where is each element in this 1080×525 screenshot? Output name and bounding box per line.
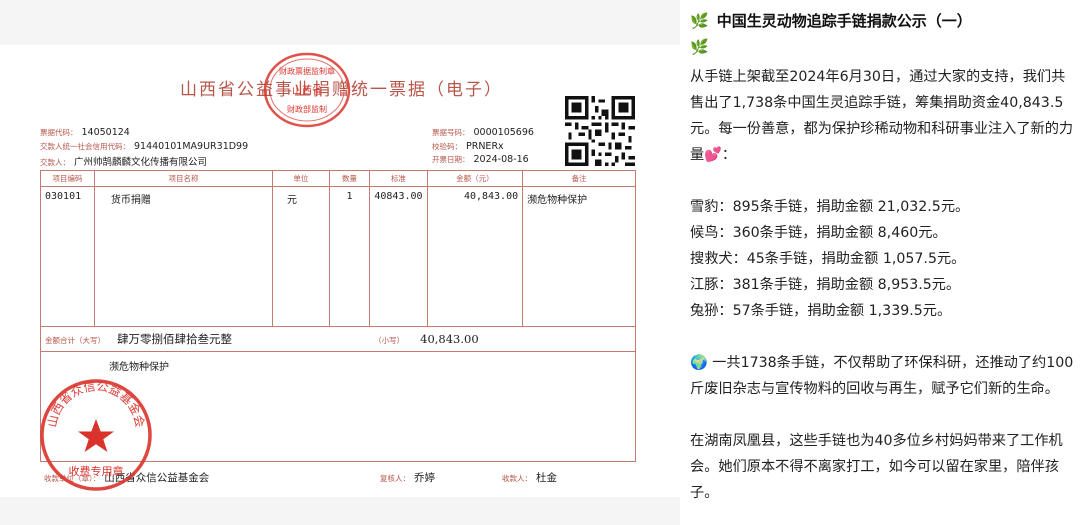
list-item: 雪豹：895条手链，捐助金额 21,032.5元。 (690, 199, 970, 215)
header-item-name: 项目名称 (93, 170, 274, 187)
list-item: 江豚：381条手链，捐助金额 8,953.5元。 (690, 277, 961, 293)
heart-icon: 💕 (704, 147, 722, 163)
cell-item-code: 030101 (40, 186, 95, 327)
cell-amount: 40,843.00 (426, 186, 524, 327)
cell-note: 濒危物种保护 (522, 186, 636, 327)
list-item: 搜救犬：45条手链，捐助金额 1,057.5元。 (690, 251, 966, 267)
stamp-bottom-text: 收费专用章 (69, 464, 124, 478)
cell-quantity: 1 (328, 186, 371, 327)
header-amount: 金额（元） (426, 170, 524, 187)
list-item: 兔狲：57条手链，捐助金额 1,339.5元。 (690, 303, 952, 319)
post-intro: 从手链上架截至2024年6月30日，通过大家的支持，我们共售出了1,738条中国… (690, 69, 1074, 163)
post-paragraph-3: 在湖南凤凰县，这些手链也为40多位乡村妈妈带来了工作机会。她们原本不得不离家打工… (690, 433, 1063, 501)
post-title: 中国生灵动物追踪手链捐款公示（一） (716, 12, 972, 30)
total-text: 肆万零捌佰肆拾叁元整 (117, 332, 233, 346)
qr-code-icon (565, 96, 635, 166)
foundation-seal-stamp: 山西省众信公益基金会 收费专用章 (40, 379, 152, 491)
header-standard: 标准 (369, 170, 428, 187)
receipt-panel: 山西省公益事业捐赠统一票据（电子） 财政票据监制章 山西省 财政部监制 票据代码… (0, 0, 680, 525)
finance-supervision-stamp: 财政票据监制章 山西省 财政部监制 (263, 52, 351, 128)
bill-code: 票据代码： 14050124 (40, 127, 130, 138)
reviewer: 复核人： 乔婷 (380, 472, 435, 484)
header-unit: 单位 (272, 170, 330, 187)
list-item: 候鸟：360条手链，捐助金额 8,460元。 (690, 225, 947, 241)
total-label: 金额合计（大写） (45, 336, 105, 345)
table-row: 030101 货币捐赠 元 1 40843.00 40,843.00 濒危物种保… (40, 186, 636, 327)
check-code: 校验码： PRNERx (432, 141, 504, 152)
post-panel: 🌿 中国生灵动物追踪手链捐款公示（一） 🌿 从手链上架截至2024年6月30日，通… (690, 8, 1075, 523)
leaf-icon: 🌿 (690, 38, 709, 56)
cell-standard: 40843.00 (369, 186, 428, 327)
bill-number: 票据号码： 0000105696 (432, 127, 534, 138)
total-small-label: （小写） (374, 336, 405, 345)
globe-icon: 🌍 (690, 355, 708, 371)
stamp-top-line1: 财政票据监制章 (279, 66, 335, 76)
seal-star-icon (78, 419, 114, 452)
leaf-icon: 🌿 (690, 12, 709, 30)
stamp-top-line2: 山西省 (292, 84, 322, 97)
payee: 收款人： 杜金 (502, 472, 557, 484)
post-paragraph-2: 🌍 一共1738条手链，不仅帮助了环保科研，还推动了约100斤废旧杂志与宣传物料… (690, 355, 1074, 397)
total-cell: 金额合计（大写） 肆万零捌佰肆拾叁元整 （小写） 40,843.00 (40, 326, 636, 352)
header-item-code: 项目编码 (40, 170, 95, 187)
total-number: 40,843.00 (420, 332, 479, 346)
header-quantity: 数量 (328, 170, 371, 187)
header-note: 备注 (522, 170, 636, 187)
table-header-row: 项目编码 项目名称 单位 数量 标准 金额（元） 备注 (40, 170, 636, 187)
issue-date: 开票日期： 2024-08-16 (432, 154, 529, 165)
payer-name: 交款人： 广州帅鹄麟麟文化传播有限公司 (40, 157, 208, 168)
remark-text: 濒危物种保护 (109, 362, 169, 373)
post-body: 从手链上架截至2024年6月30日，通过大家的支持，我们共售出了1,738条中国… (690, 64, 1075, 506)
cell-unit: 元 (272, 186, 330, 327)
post-title-block: 🌿 中国生灵动物追踪手链捐款公示（一） 🌿 (690, 8, 1075, 60)
total-row: 金额合计（大写） 肆万零捌佰肆拾叁元整 （小写） 40,843.00 (40, 326, 636, 352)
stamp-top-line3: 财政部监制 (287, 104, 327, 114)
cell-item-name: 货币捐赠 (93, 186, 274, 327)
payer-credit-code: 交款人统一社会信用代码： 91440101MA9UR31D99 (40, 141, 249, 152)
